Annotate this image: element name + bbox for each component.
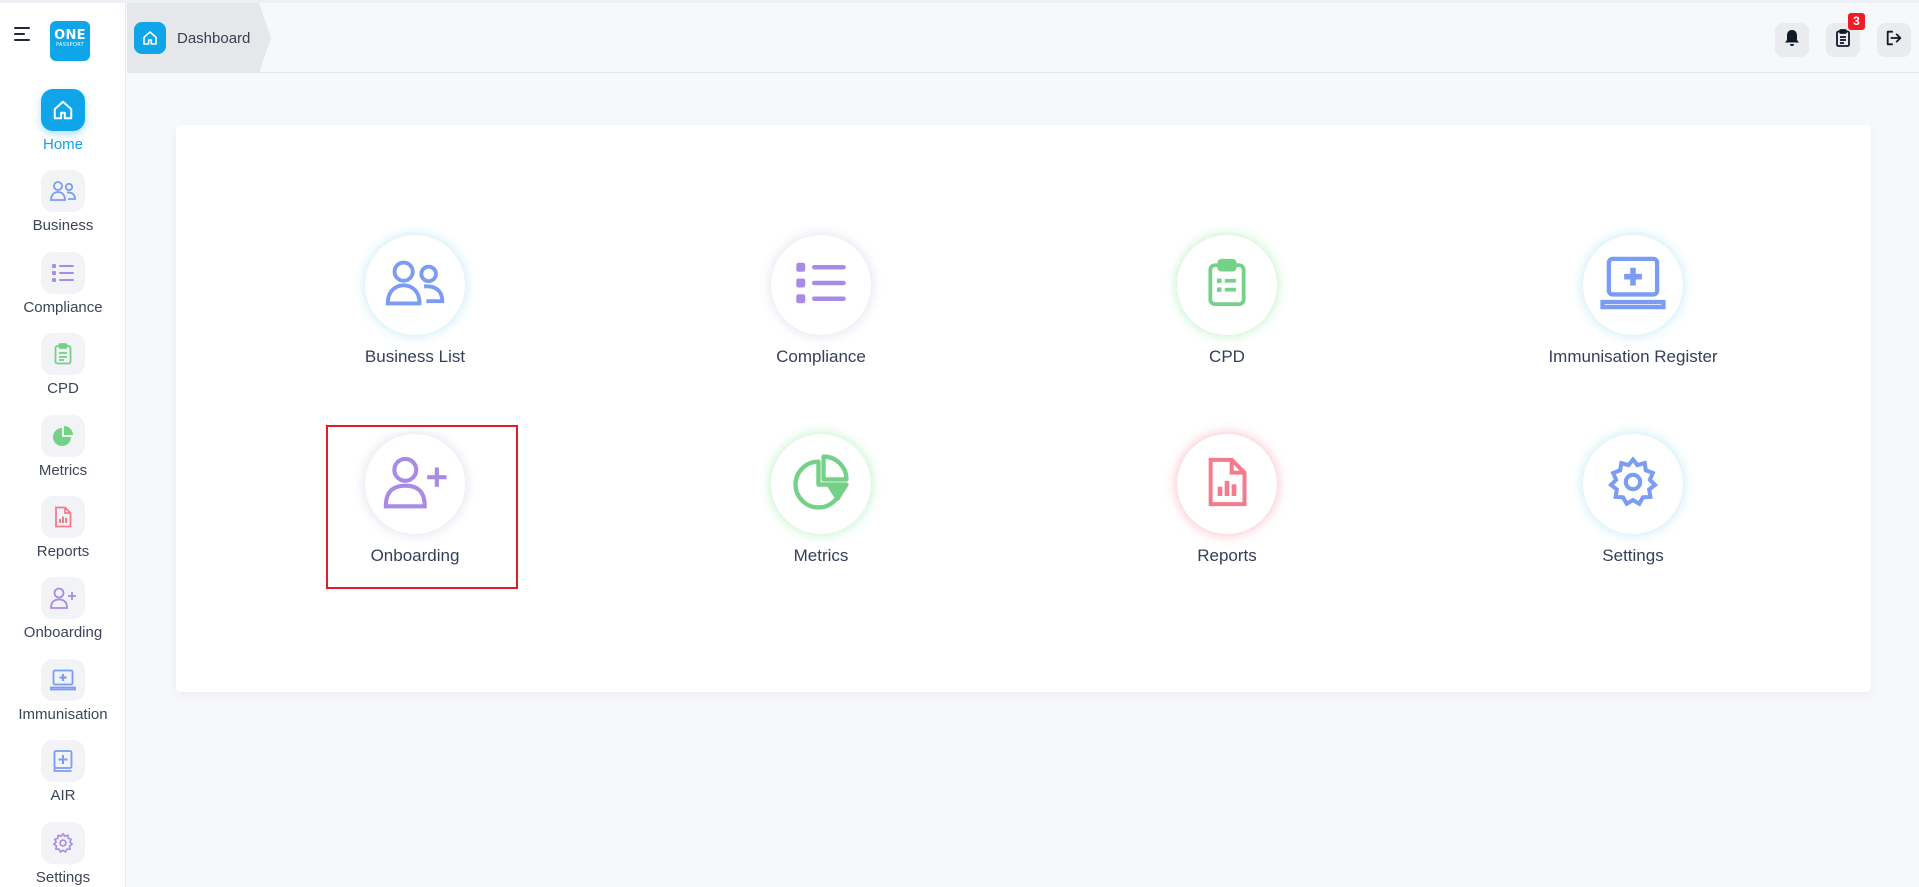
report-file-icon (1206, 456, 1248, 513)
sidebar-item-cpd[interactable]: CPD (0, 333, 126, 414)
notifications-button[interactable] (1775, 23, 1809, 57)
highlight-box (326, 425, 518, 589)
home-icon[interactable] (134, 22, 166, 54)
pie-chart-icon (41, 414, 85, 457)
app-logo[interactable]: ONE PASSPORT (50, 21, 90, 61)
gear-icon (1606, 455, 1660, 514)
tile-business-list[interactable]: Business List (305, 235, 525, 367)
list-icon (41, 251, 85, 294)
tile-label: Business List (364, 347, 466, 366)
breadcrumb[interactable]: Dashboard (127, 3, 271, 73)
dashboard-card: Business List Compliance CPD Immunisatio… (176, 125, 1871, 692)
sidebar: ONE PASSPORT Home Business Compliance CP… (0, 0, 126, 887)
notification-badge: 3 (1848, 13, 1865, 30)
sidebar-item-label: Compliance (23, 298, 103, 316)
sidebar-item-compliance[interactable]: Compliance (0, 251, 126, 333)
logout-button[interactable] (1877, 23, 1911, 57)
list-icon (794, 260, 848, 311)
tile-icon-circle (1177, 235, 1277, 335)
sidebar-item-label: CPD (47, 380, 79, 398)
clipboard-icon (1207, 258, 1247, 313)
tasks-button[interactable]: 3 (1826, 13, 1865, 57)
logo-line1: ONE (54, 28, 86, 43)
users-icon (41, 170, 85, 213)
laptop-medical-icon (1600, 255, 1666, 316)
sidebar-item-immunisation[interactable]: Immunisation (0, 658, 126, 740)
sidebar-item-label: Home (42, 136, 83, 153)
tile-immunisation-register[interactable]: Immunisation Register (1523, 235, 1743, 367)
sidebar-item-label: Reports (36, 542, 90, 560)
sidebar-item-label: Business (32, 217, 94, 235)
home-icon (41, 89, 85, 131)
sidebar-item-label: AIR (50, 787, 76, 805)
tile-label: CPD (1209, 347, 1245, 366)
tile-label: Settings (1602, 546, 1664, 565)
sidebar-item-label: Immunisation (18, 705, 108, 723)
clipboard-icon (1836, 28, 1850, 52)
sidebar-nav: Home Business Compliance CPD Metrics Rep… (0, 89, 126, 887)
sidebar-item-label: Settings (35, 868, 91, 886)
sidebar-item-settings[interactable]: Settings (0, 821, 126, 887)
logout-icon (1885, 29, 1903, 52)
medical-book-icon (41, 740, 85, 783)
tile-reports[interactable]: Reports (1117, 434, 1337, 566)
bell-icon (1784, 29, 1800, 52)
pie-chart-icon (793, 453, 849, 515)
tile-label: Immunisation Register (1548, 347, 1718, 366)
sidebar-item-metrics[interactable]: Metrics (0, 414, 126, 496)
tile-icon-circle (771, 434, 871, 534)
tile-icon-circle (1583, 235, 1683, 335)
menu-toggle-icon[interactable] (14, 27, 32, 43)
sidebar-item-label: Metrics (38, 461, 88, 479)
report-file-icon (41, 495, 85, 538)
tile-label: Reports (1197, 546, 1257, 565)
tile-settings[interactable]: Settings (1523, 434, 1743, 566)
logo-line2: PASSPORT (56, 42, 84, 48)
tile-label: Compliance (776, 347, 866, 366)
tile-metrics[interactable]: Metrics (711, 434, 931, 566)
breadcrumb-label: Dashboard (177, 29, 251, 47)
sidebar-item-label: Onboarding (23, 624, 103, 642)
user-plus-icon (41, 577, 85, 620)
laptop-medical-icon (41, 658, 85, 701)
tile-icon-circle (365, 235, 465, 335)
clipboard-icon (41, 333, 85, 376)
tile-label: Metrics (793, 546, 849, 565)
sidebar-item-onboarding[interactable]: Onboarding (0, 577, 126, 658)
sidebar-item-home[interactable]: Home (0, 89, 126, 170)
tile-icon-circle (771, 235, 871, 335)
tile-cpd[interactable]: CPD (1117, 235, 1337, 367)
sidebar-item-reports[interactable]: Reports (0, 495, 126, 577)
sidebar-item-business[interactable]: Business (0, 170, 126, 251)
top-header: Dashboard 3 (127, 0, 1919, 73)
tile-icon-circle (1177, 434, 1277, 534)
tile-icon-circle (1583, 434, 1683, 534)
sidebar-item-air[interactable]: AIR (0, 740, 126, 821)
users-icon (382, 258, 448, 313)
gear-icon (41, 821, 85, 864)
tile-compliance[interactable]: Compliance (711, 235, 931, 367)
